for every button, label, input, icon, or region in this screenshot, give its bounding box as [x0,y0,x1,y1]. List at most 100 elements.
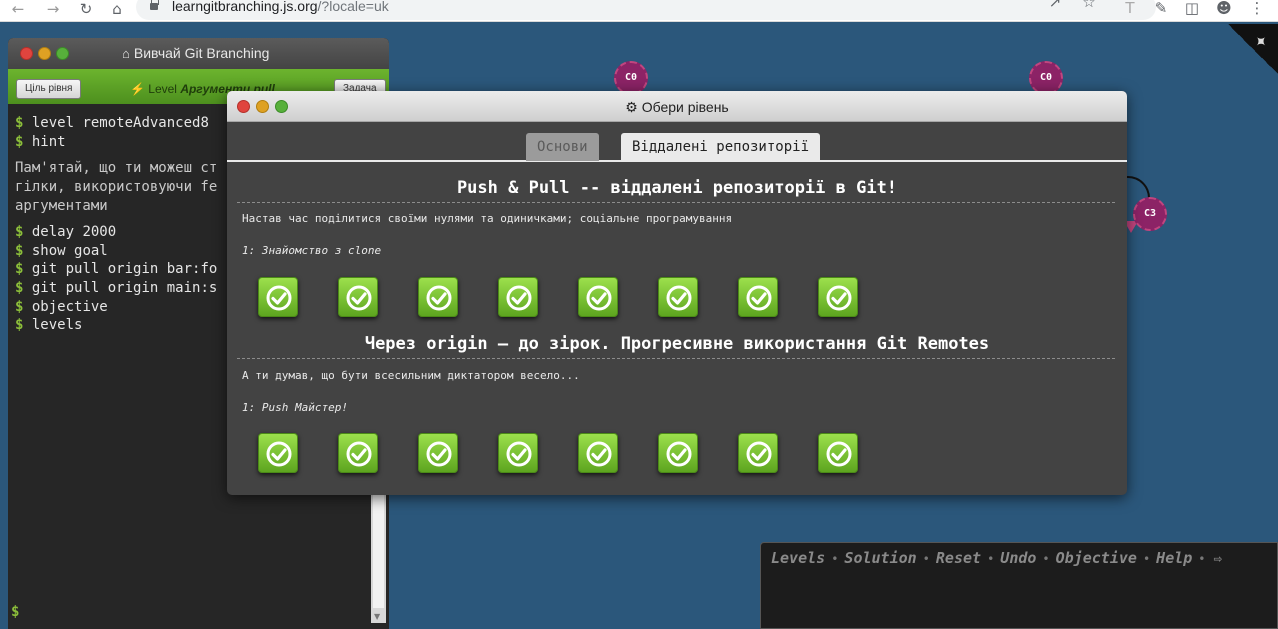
browser-toolbar: ← → ↻ ⌂ learngitbranching.js.org/?locale… [0,0,1278,22]
level-icon-button[interactable] [818,433,858,473]
terminal-output: $ level remoteAdvanced8 $ hint Пам'ятай,… [15,114,217,335]
scrollbar-thumb[interactable] [373,488,384,608]
checkmark-icon [426,441,452,467]
terminal-line: $ git pull origin bar:fo [15,261,218,278]
octocat-icon: ✦ [1249,30,1273,53]
extension-t-icon[interactable]: T [1121,0,1139,18]
command-bar: Levels • Solution • Reset • Undo • Objective • Hel… [760,542,1278,629]
lock-icon [150,0,159,10]
checkmark-icon [826,285,852,311]
level-select-dialog: ⚙ Обери рівень Основи Віддалені репозито… [227,91,1127,495]
level-icon-button[interactable] [338,277,378,317]
level-icon-button[interactable] [658,433,698,473]
terminal-line: $ git pull origin main:s [15,279,218,296]
checkmark-icon [666,285,692,311]
puzzle-icon[interactable]: ✎ [1152,0,1170,18]
checkmark-icon [346,441,372,467]
back-icon[interactable]: ← [8,0,28,20]
gear-icon: ⚙ [625,99,638,115]
checkmark-icon [506,285,532,311]
menu-icon[interactable]: ⋮ [1248,0,1266,18]
undo-link[interactable]: Undo [1000,549,1036,567]
terminal-titlebar: ⌂ Вивчай Git Branching [8,38,389,69]
reload-icon[interactable]: ↻ [76,0,96,20]
separator: • [1198,552,1206,566]
scroll-down-icon[interactable]: ▼ [374,612,380,621]
commit-node[interactable]: C0 [1029,61,1063,95]
hint-text: Пам'ятай, що ти можеш ст гілки, використ… [15,160,218,215]
level-icon-button[interactable] [578,433,618,473]
checkmark-icon [746,285,772,311]
level-icon-button[interactable] [658,277,698,317]
sequence-title: Push & Pull -- віддалені репозиторії в G… [456,178,898,198]
home-icon[interactable]: ⌂ [107,0,127,20]
goal-button[interactable]: Ціль рівня [16,79,82,99]
level-icon-button[interactable] [818,277,858,317]
tab-remote[interactable]: Віддалені репозиторії [621,133,821,161]
bookmark-star-icon[interactable]: ☆ [1080,0,1098,12]
tab-basics[interactable]: Основи [526,133,599,161]
sequence-description: Настав час поділитися своїми нулями та о… [242,212,733,225]
commit-node[interactable]: C0 [614,61,648,95]
solution-link[interactable]: Solution [844,549,916,567]
home-icon: ⌂ [122,46,130,61]
level-label: 1: Знайомство з clone [242,244,382,257]
close-dot-icon[interactable] [20,47,33,60]
level-icon-button[interactable] [498,433,538,473]
share-icon[interactable]: ↗ [1046,0,1064,12]
checkmark-icon [586,441,612,467]
separator: • [987,552,995,566]
address-bar[interactable]: learngitbranching.js.org/?locale=uk ↗ ☆ [136,0,1156,20]
checkmark-icon [826,441,852,467]
checkmark-icon [266,285,292,311]
checkmark-icon [586,285,612,311]
level-icon-button[interactable] [738,433,778,473]
level-icon-button[interactable] [258,277,298,317]
terminal-line: $ levels [15,317,83,334]
level-icon-button[interactable] [258,433,298,473]
reset-link[interactable]: Reset [936,549,981,567]
avatar[interactable]: ☻ [1215,0,1233,18]
checkmark-icon [666,441,692,467]
url-text: learngitbranching.js.org/?locale=uk [172,0,389,14]
commit-node[interactable]: C3 [1133,197,1167,231]
separator: • [1042,552,1050,566]
minimize-dot-icon[interactable] [38,47,51,60]
help-link[interactable]: Help [1156,549,1192,567]
objective-link[interactable]: Objective [1056,549,1137,567]
terminal-line: $ level remoteAdvanced8 [15,115,209,131]
level-icon-button[interactable] [738,277,778,317]
terminal-line: $ show goal [15,242,108,259]
sequence-title: Через origin – до зірок. Прогресивне вик… [364,334,990,354]
terminal-line: $ objective [15,298,108,315]
level-icon-button[interactable] [578,277,618,317]
separator: • [922,552,930,566]
level-icon-button[interactable] [418,277,458,317]
divider [237,358,1115,359]
checkmark-icon [346,285,372,311]
terminal-line: $ hint [15,133,66,150]
maximize-dot-icon[interactable] [56,47,69,60]
exit-icon[interactable]: ⇨ [1214,551,1222,567]
sequence-description: А ти думав, що бути всесильним диктаторо… [242,369,580,382]
level-icon-button[interactable] [418,433,458,473]
level-label: 1: Push Майстер! [242,401,348,414]
checkmark-icon [426,285,452,311]
command-prompt[interactable]: $ [11,604,19,620]
divider [237,202,1115,203]
sidepanel-icon[interactable]: ◫ [1183,0,1201,18]
separator: • [831,552,839,566]
checkmark-icon [266,441,292,467]
checkmark-icon [746,441,772,467]
dialog-titlebar: ⚙ Обери рівень [227,91,1127,122]
terminal-scrollbar[interactable]: ▼ [371,488,386,623]
forward-icon[interactable]: → [43,0,63,20]
terminal-title: ⌂ Вивчай Git Branching [122,45,270,61]
levels-link[interactable]: Levels [771,549,825,567]
github-corner[interactable]: ✦ [1228,24,1278,74]
level-icon-button[interactable] [338,433,378,473]
dialog-title: ⚙ Обери рівень [625,99,729,115]
tab-strip: Основи Віддалені репозиторії [227,122,1127,162]
level-icon-button[interactable] [498,277,538,317]
checkmark-icon [506,441,532,467]
